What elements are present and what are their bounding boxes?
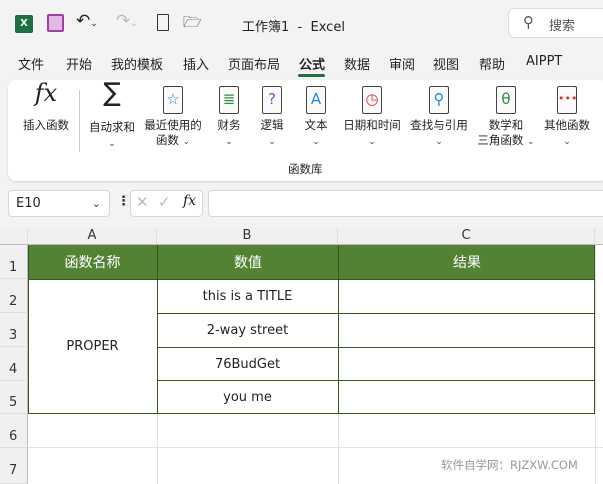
database-icon: ≣	[219, 86, 239, 114]
value-cell[interactable]: this is a TITLE	[157, 279, 338, 313]
search-placeholder: 搜索	[549, 19, 576, 34]
date-time-button[interactable]: ◷ 日期和时间 ⌄	[340, 86, 404, 150]
table-border	[157, 380, 595, 381]
active-tab-underline	[298, 74, 325, 77]
star-icon: ☆	[163, 86, 183, 114]
ribbon-separator	[79, 90, 80, 152]
enter-icon[interactable]: ✓	[158, 193, 171, 211]
autosum-button[interactable]: ∑ 自动求和 ⌄	[86, 78, 138, 152]
excel-logo-icon: X	[15, 15, 33, 33]
recently-used-button[interactable]: ☆ 最近使用的 函数 ⌄	[140, 86, 206, 150]
tab-review[interactable]: 审阅	[389, 54, 415, 73]
financial-button[interactable]: ≣ 财务 ⌄	[211, 86, 247, 150]
insert-function-icon[interactable]: fx	[183, 193, 196, 209]
clock-icon: ◷	[362, 86, 382, 114]
tab-help[interactable]: 帮助	[479, 54, 505, 73]
name-box-value: E10	[16, 196, 41, 211]
cancel-icon[interactable]: ✕	[136, 193, 149, 211]
column-header-b[interactable]: B	[157, 228, 338, 245]
value-cell[interactable]: 2-way street	[157, 313, 338, 347]
table-border	[28, 245, 29, 414]
value-cell[interactable]: 76BudGet	[157, 347, 338, 381]
group-label-function-library: 函数库	[288, 162, 323, 176]
logical-button[interactable]: ? 逻辑 ⌄	[254, 86, 290, 150]
letter-a-icon: A	[306, 86, 326, 114]
text-button[interactable]: A 文本 ⌄	[298, 86, 334, 150]
header-cell-value[interactable]: 数值	[157, 245, 338, 279]
formula-input[interactable]	[208, 190, 603, 217]
row-header-4[interactable]: 4	[0, 347, 28, 381]
save-icon[interactable]	[47, 14, 64, 32]
tab-view[interactable]: 视图	[433, 54, 459, 73]
row-header-3[interactable]: 3	[0, 313, 28, 347]
magnifier-icon: ⚲	[429, 86, 449, 114]
gridline	[338, 414, 339, 484]
more-options-icon[interactable]: ⋮	[117, 194, 130, 209]
gridline	[28, 447, 603, 448]
gridline	[595, 245, 596, 484]
more-functions-button[interactable]: ••• 其他函数 ⌄	[540, 86, 594, 150]
lookup-reference-button[interactable]: ⚲ 查找与引用 ⌄	[407, 86, 471, 150]
tab-home[interactable]: 开始	[66, 54, 92, 73]
new-file-icon[interactable]	[157, 14, 169, 31]
table-border	[28, 413, 595, 414]
insert-function-button[interactable]: fx 插入函数	[18, 79, 74, 133]
chevron-down-icon[interactable]: ⌄	[92, 197, 101, 210]
watermark: 软件自学网：RJZXW.COM	[441, 458, 578, 472]
column-header-c[interactable]: C	[338, 228, 595, 245]
math-trig-button[interactable]: θ 数学和 三角函数 ⌄	[474, 86, 538, 150]
tab-formulas[interactable]: 公式	[299, 54, 325, 73]
tab-aippt[interactable]: AIPPT	[526, 54, 562, 69]
question-icon: ?	[262, 86, 282, 114]
row-header-2[interactable]: 2	[0, 279, 28, 313]
column-header-a[interactable]: A	[28, 228, 157, 245]
header-cell-function-name[interactable]: 函数名称	[28, 245, 157, 279]
tab-my-templates[interactable]: 我的模板	[111, 54, 163, 73]
table-border	[157, 347, 595, 348]
search-icon: ⚲	[523, 13, 534, 31]
name-box[interactable]: E10 ⌄	[8, 190, 110, 217]
tab-data[interactable]: 数据	[344, 54, 370, 73]
table-border	[157, 313, 595, 314]
window-title: 工作簿1 - Excel	[242, 20, 345, 35]
row-header-7[interactable]: 7	[0, 448, 28, 484]
table-border	[157, 279, 158, 414]
row-header-5[interactable]: 5	[0, 381, 28, 414]
theta-icon: θ	[496, 86, 516, 114]
open-folder-icon[interactable]: 🗁	[183, 12, 202, 37]
table-border	[28, 279, 595, 280]
more-dots-icon: •••	[557, 86, 577, 114]
row-header-1[interactable]: 1	[0, 245, 28, 279]
fx-icon: fx	[34, 79, 58, 107]
merged-cell-function-name[interactable]: PROPER	[28, 279, 157, 414]
column-header-d[interactable]	[595, 228, 603, 245]
row-header-6[interactable]: 6	[0, 414, 28, 448]
gridline	[157, 414, 158, 484]
tab-insert[interactable]: 插入	[183, 54, 209, 73]
undo-icon[interactable]: ↶⌄	[76, 11, 98, 31]
value-cell[interactable]: you me	[157, 381, 338, 414]
table-border	[594, 245, 595, 414]
redo-icon[interactable]: ↷⌄	[116, 11, 138, 31]
table-border	[338, 279, 339, 414]
header-cell-result[interactable]: 结果	[338, 245, 595, 279]
tab-page-layout[interactable]: 页面布局	[228, 54, 280, 73]
tab-file[interactable]: 文件	[18, 54, 44, 73]
search-box[interactable]: ⚲ 搜索	[508, 8, 603, 38]
select-all-button[interactable]	[0, 228, 28, 245]
sigma-icon: ∑	[103, 78, 121, 108]
